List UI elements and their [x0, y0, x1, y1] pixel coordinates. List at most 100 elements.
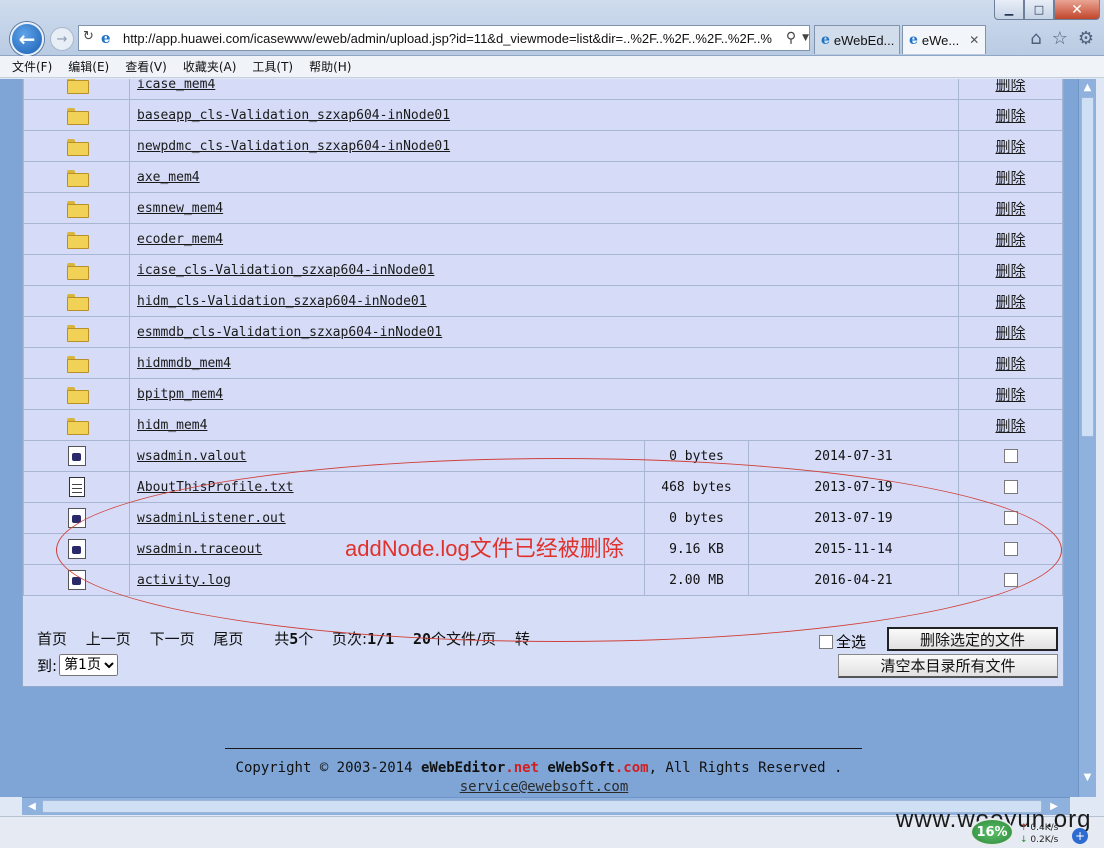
file-link[interactable]: wsadmin.traceout	[137, 542, 262, 557]
delete-selected-button[interactable]: 删除选定的文件	[887, 627, 1058, 651]
url-text[interactable]: http://app.huawei.com/icasewww/eweb/admi…	[123, 31, 782, 46]
file-link[interactable]: wsadminListener.out	[137, 511, 286, 526]
folder-link[interactable]: esmmdb_cls-Validation_szxap604-inNode01	[137, 325, 442, 340]
maximize-button[interactable]: □	[1024, 0, 1054, 20]
delete-folder-link[interactable]: 删除	[995, 231, 1025, 249]
file-select-cell	[958, 533, 1063, 565]
tab-label: eWe...	[921, 32, 960, 48]
last-page-link[interactable]: 尾页	[213, 630, 243, 648]
delete-folder-link[interactable]: 删除	[995, 79, 1025, 94]
menu-favorites[interactable]: 收藏夹(A)	[183, 58, 237, 75]
folder-icon[interactable]	[66, 169, 89, 187]
file-link[interactable]: activity.log	[137, 573, 231, 588]
back-button[interactable]: ←	[10, 22, 44, 56]
folder-icon[interactable]	[66, 417, 89, 435]
prev-page-link[interactable]: 上一页	[86, 630, 131, 648]
delete-folder-link[interactable]: 删除	[995, 262, 1025, 280]
file-link[interactable]: AboutThisProfile.txt	[137, 480, 294, 495]
scroll-up-icon[interactable]: ▲	[1079, 79, 1096, 96]
clear-directory-button[interactable]: 清空本目录所有文件	[838, 654, 1058, 678]
folder-icon[interactable]	[66, 200, 89, 218]
menu-tools[interactable]: 工具(T)	[252, 58, 293, 75]
folder-link[interactable]: ecoder_mem4	[137, 232, 223, 247]
scroll-down-icon[interactable]: ▼	[1079, 769, 1096, 786]
total-count: 共5个	[274, 630, 314, 648]
first-page-link[interactable]: 首页	[37, 630, 67, 648]
menu-edit[interactable]: 编辑(E)	[68, 58, 109, 75]
forward-button[interactable]: →	[50, 27, 74, 51]
file-icon-cell	[23, 471, 130, 503]
tab-ewebeditor-2[interactable]: e eWe... ✕	[902, 25, 986, 54]
next-page-link[interactable]: 下一页	[150, 630, 195, 648]
vertical-scrollbar[interactable]: ▲ ▼	[1078, 79, 1096, 797]
delete-folder-link[interactable]: 删除	[995, 200, 1025, 218]
folder-link[interactable]: esmnew_mem4	[137, 201, 223, 216]
support-email-link[interactable]: service@ewebsoft.com	[0, 779, 1078, 795]
footer-divider	[225, 748, 862, 749]
folder-icon[interactable]	[66, 262, 89, 280]
search-icon[interactable]: ⚲	[786, 30, 796, 46]
file-select-checkbox[interactable]	[1003, 542, 1018, 556]
folder-action-cell: 删除	[958, 192, 1063, 224]
vertical-scroll-thumb[interactable]	[1081, 97, 1094, 437]
folder-icon-cell	[23, 99, 130, 131]
folder-link[interactable]: hidmmdb_mem4	[137, 356, 231, 371]
folder-link[interactable]: bpitpm_mem4	[137, 387, 223, 402]
home-icon[interactable]: ⌂	[1030, 28, 1041, 49]
folder-action-cell: 删除	[958, 378, 1063, 410]
favorites-star-icon[interactable]: ☆	[1052, 28, 1068, 49]
folder-link[interactable]: baseapp_cls-Validation_szxap604-inNode01	[137, 108, 450, 123]
delete-folder-link[interactable]: 删除	[995, 169, 1025, 187]
folder-icon[interactable]	[66, 107, 89, 125]
folder-link[interactable]: hidm_cls-Validation_szxap604-inNode01	[137, 294, 427, 309]
menu-help[interactable]: 帮助(H)	[309, 58, 351, 75]
file-icon-cell	[23, 533, 130, 565]
file-select-checkbox[interactable]	[1003, 573, 1018, 587]
folder-icon[interactable]	[66, 79, 89, 94]
delete-folder-link[interactable]: 删除	[995, 107, 1025, 125]
folder-name-cell: hidm_cls-Validation_szxap604-inNode01	[129, 285, 959, 317]
menu-file[interactable]: 文件(F)	[12, 58, 52, 75]
folder-icon[interactable]	[66, 386, 89, 404]
folder-link[interactable]: axe_mem4	[137, 170, 200, 185]
folder-icon[interactable]	[66, 324, 89, 342]
network-usage-badge[interactable]: 16%	[970, 818, 1014, 846]
folder-link[interactable]: hidm_mem4	[137, 418, 207, 433]
minimize-button[interactable]: ▁	[994, 0, 1024, 20]
file-date: 2013-07-19	[748, 502, 959, 534]
chevron-down-icon[interactable]: ▼	[802, 33, 809, 43]
delete-folder-link[interactable]: 删除	[995, 386, 1025, 404]
page-select[interactable]: 第1页	[59, 654, 119, 676]
address-bar[interactable]: ↻ e http://app.huawei.com/icasewww/eweb/…	[78, 25, 810, 51]
delete-folder-link[interactable]: 删除	[995, 355, 1025, 373]
menu-view[interactable]: 查看(V)	[125, 58, 167, 75]
delete-folder-link[interactable]: 删除	[995, 324, 1025, 342]
horizontal-scroll-thumb[interactable]	[42, 800, 1042, 813]
close-button[interactable]: ✕	[1054, 0, 1100, 20]
delete-folder-link[interactable]: 删除	[995, 293, 1025, 311]
scroll-left-icon[interactable]: ◀	[24, 798, 40, 815]
folder-icon[interactable]	[66, 355, 89, 373]
file-select-checkbox[interactable]	[1003, 449, 1018, 463]
gear-icon[interactable]: ⚙	[1078, 28, 1094, 49]
folder-row: hidm_mem4 删除	[23, 409, 1063, 441]
folder-link[interactable]: newpdmc_cls-Validation_szxap604-inNode01	[137, 139, 450, 154]
folder-icon[interactable]	[66, 138, 89, 156]
file-link[interactable]: wsadmin.valout	[137, 449, 247, 464]
refresh-icon[interactable]: ↻	[83, 29, 94, 44]
folder-icon[interactable]	[66, 293, 89, 311]
delete-folder-link[interactable]: 删除	[995, 138, 1025, 156]
plus-icon[interactable]: +	[1072, 828, 1088, 844]
file-select-checkbox[interactable]	[1003, 511, 1018, 525]
file-select-checkbox[interactable]	[1003, 480, 1018, 494]
select-all[interactable]: 全选	[819, 631, 866, 652]
folder-icon[interactable]	[66, 231, 89, 249]
folder-link[interactable]: icase_mem4	[137, 79, 215, 92]
tab-ewebeditor-1[interactable]: e eWebEd...	[814, 25, 900, 54]
select-all-checkbox[interactable]	[819, 634, 833, 649]
delete-folder-link[interactable]: 删除	[995, 417, 1025, 435]
folder-link[interactable]: icase_cls-Validation_szxap604-inNode01	[137, 263, 434, 278]
page-indicator: 页次:1/1	[332, 630, 395, 648]
folder-name-cell: esmmdb_cls-Validation_szxap604-inNode01	[129, 316, 959, 348]
close-tab-icon[interactable]: ✕	[969, 33, 979, 47]
